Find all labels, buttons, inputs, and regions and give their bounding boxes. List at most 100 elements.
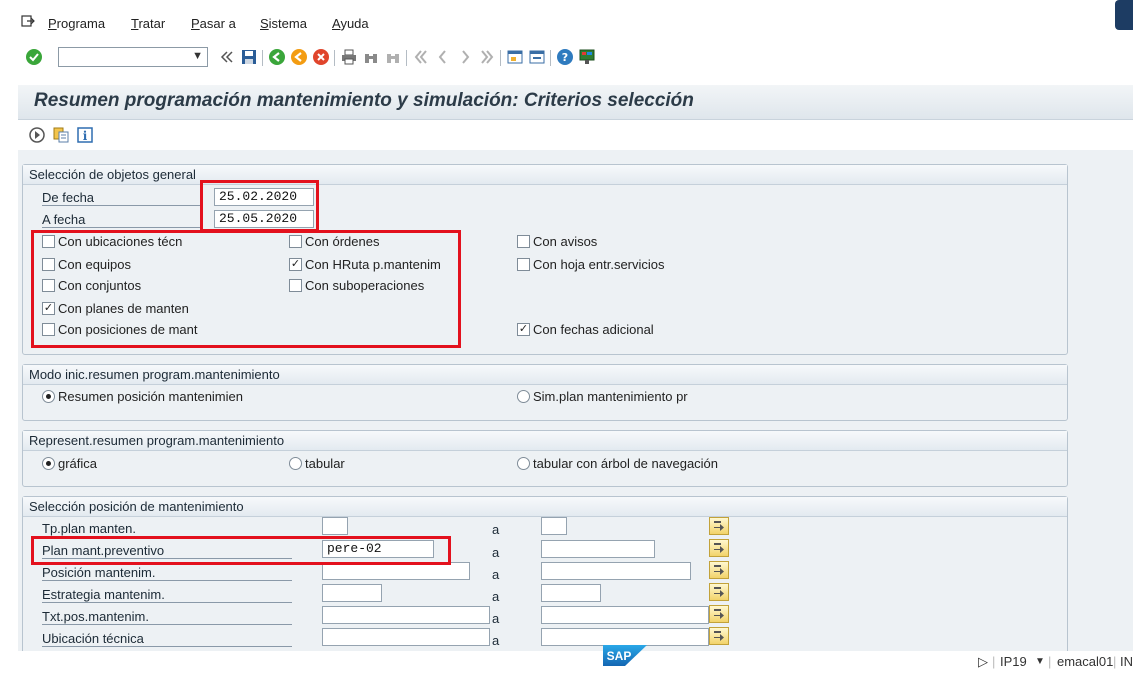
- toolbar-separator: [262, 50, 263, 66]
- checkbox-equipos[interactable]: [42, 258, 55, 271]
- menu-programa[interactable]: Programa: [48, 16, 105, 31]
- multiple-selection-button[interactable]: [709, 605, 729, 623]
- first-page-icon[interactable]: [412, 48, 430, 66]
- radio-sim-plan[interactable]: [517, 390, 530, 403]
- range-to-label: a: [492, 633, 500, 648]
- menu-pasar-a-accel: P: [191, 16, 200, 31]
- find-next-icon[interactable]: [384, 48, 402, 66]
- checkbox-hoja-servicios-label: Con hoja entr.servicios: [533, 257, 665, 272]
- radio-tabular[interactable]: [289, 457, 302, 470]
- plan-mant-to-field[interactable]: [541, 540, 655, 558]
- menu-tratar[interactable]: Tratar: [131, 16, 165, 31]
- checkbox-ordenes[interactable]: [289, 235, 302, 248]
- new-session-icon[interactable]: [506, 48, 524, 66]
- multiple-selection-button[interactable]: [709, 517, 729, 535]
- menu-exit-icon[interactable]: [21, 15, 35, 27]
- toolbar-separator: [334, 50, 335, 66]
- from-date-field[interactable]: 25.02.2020: [214, 188, 314, 206]
- cancel-icon[interactable]: [312, 48, 330, 66]
- system-id[interactable]: IP19: [1000, 654, 1027, 669]
- screen-title-bar: Resumen programación mantenimiento y sim…: [18, 85, 1133, 120]
- menu-ayuda-rest: yuda: [340, 16, 369, 31]
- ubicacion-tecnica-from-field[interactable]: [322, 628, 490, 646]
- checkbox-posiciones[interactable]: [42, 323, 55, 336]
- checkbox-suboperaciones[interactable]: [289, 279, 302, 292]
- checkbox-fechas-adicional[interactable]: ✓: [517, 323, 530, 336]
- tp-plan-label: Tp.plan manten.: [42, 521, 292, 537]
- checkbox-fechas-adicional-label: Con fechas adicional: [533, 322, 654, 337]
- checkbox-planes[interactable]: ✓: [42, 302, 55, 315]
- radio-tabular-arbol-label: tabular con árbol de navegación: [533, 456, 719, 471]
- back-arrows-icon[interactable]: [218, 48, 236, 66]
- last-page-icon[interactable]: [478, 48, 496, 66]
- back-icon[interactable]: [268, 48, 286, 66]
- standard-toolbar: ▼ ?: [0, 36, 1133, 76]
- command-field[interactable]: ▼: [58, 47, 208, 67]
- range-to-label: a: [492, 611, 500, 626]
- info-icon[interactable]: i: [76, 126, 94, 144]
- ubicacion-tecnica-to-field[interactable]: [541, 628, 709, 646]
- radio-tabular-arbol[interactable]: [517, 457, 530, 470]
- checkbox-avisos[interactable]: [517, 235, 530, 248]
- estrategia-to-field[interactable]: [541, 584, 601, 602]
- multiple-selection-icon: [714, 609, 724, 619]
- enter-icon[interactable]: [25, 48, 43, 66]
- window-corner-decoration: [1115, 0, 1133, 30]
- checkbox-ubicaciones[interactable]: [42, 235, 55, 248]
- execute-icon[interactable]: [28, 126, 46, 144]
- checkbox-conjuntos-label: Con conjuntos: [58, 278, 142, 293]
- plan-mant-from-field[interactable]: pere-02: [322, 540, 434, 558]
- customize-layout-icon[interactable]: [578, 48, 596, 66]
- shortcut-icon[interactable]: [528, 48, 546, 66]
- command-dropdown-icon[interactable]: ▼: [192, 50, 203, 62]
- multiple-selection-button[interactable]: [709, 539, 729, 557]
- radio-grafica[interactable]: [42, 457, 55, 470]
- range-to-label: a: [492, 589, 500, 604]
- posicion-from-field[interactable]: [322, 562, 470, 580]
- print-icon[interactable]: [340, 48, 358, 66]
- multiple-selection-button[interactable]: [709, 627, 729, 645]
- multiple-selection-button[interactable]: [709, 561, 729, 579]
- checkbox-hruta-label: Con HRuta p.mantenim: [305, 257, 441, 272]
- user-name: emacal01: [1057, 654, 1114, 669]
- to-date-field[interactable]: 25.05.2020: [214, 210, 314, 228]
- radio-resumen-posicion[interactable]: [42, 390, 55, 403]
- menu-programa-accel: P: [48, 16, 57, 31]
- previous-page-icon[interactable]: [434, 48, 452, 66]
- sap-logo-text: SAP: [607, 649, 632, 663]
- selection-screen: Selección de objetos general De fecha 25…: [18, 150, 1133, 655]
- posicion-label: Posición mantenim.: [42, 565, 292, 581]
- checkbox-hoja-servicios[interactable]: [517, 258, 530, 271]
- radio-grafica-label: gráfica: [58, 456, 98, 471]
- txt-pos-to-field[interactable]: [541, 606, 709, 624]
- status-expand-icon[interactable]: ▷: [978, 654, 988, 670]
- exit-icon[interactable]: [290, 48, 308, 66]
- tp-plan-from-field[interactable]: [322, 517, 348, 535]
- find-icon[interactable]: [362, 48, 380, 66]
- menu-pasar-a[interactable]: Pasar a: [191, 16, 236, 31]
- system-dropdown-icon[interactable]: ▼: [1035, 656, 1045, 667]
- help-icon[interactable]: ?: [556, 48, 574, 66]
- estrategia-from-field[interactable]: [322, 584, 382, 602]
- save-icon[interactable]: [240, 48, 258, 66]
- next-page-icon[interactable]: [456, 48, 474, 66]
- estrategia-label: Estrategia mantenim.: [42, 587, 292, 603]
- txt-pos-from-field[interactable]: [322, 606, 490, 624]
- posicion-to-field[interactable]: [541, 562, 691, 580]
- ubicacion-tecnica-label: Ubicación técnica: [42, 631, 292, 647]
- svg-text:i: i: [83, 129, 88, 143]
- toolbar-separator: [406, 50, 407, 66]
- multiple-selection-button[interactable]: [709, 583, 729, 601]
- page-title: Resumen programación mantenimiento y sim…: [34, 90, 694, 111]
- multiple-selection-icon: [714, 521, 724, 531]
- checkbox-hruta[interactable]: ✓: [289, 258, 302, 271]
- tp-plan-to-field[interactable]: [541, 517, 567, 535]
- from-date-label: De fecha: [42, 190, 202, 206]
- checkbox-posiciones-label: Con posiciones de mant: [58, 322, 198, 337]
- status-bar: SAP ▷ | IP19 ▼ | emacal01 | INS: [0, 645, 1133, 673]
- menu-ayuda[interactable]: Ayuda: [332, 16, 369, 31]
- radio-tabular-label: tabular: [305, 456, 345, 471]
- checkbox-conjuntos[interactable]: [42, 279, 55, 292]
- menu-sistema[interactable]: Sistema: [260, 16, 307, 31]
- get-variant-icon[interactable]: [52, 126, 70, 144]
